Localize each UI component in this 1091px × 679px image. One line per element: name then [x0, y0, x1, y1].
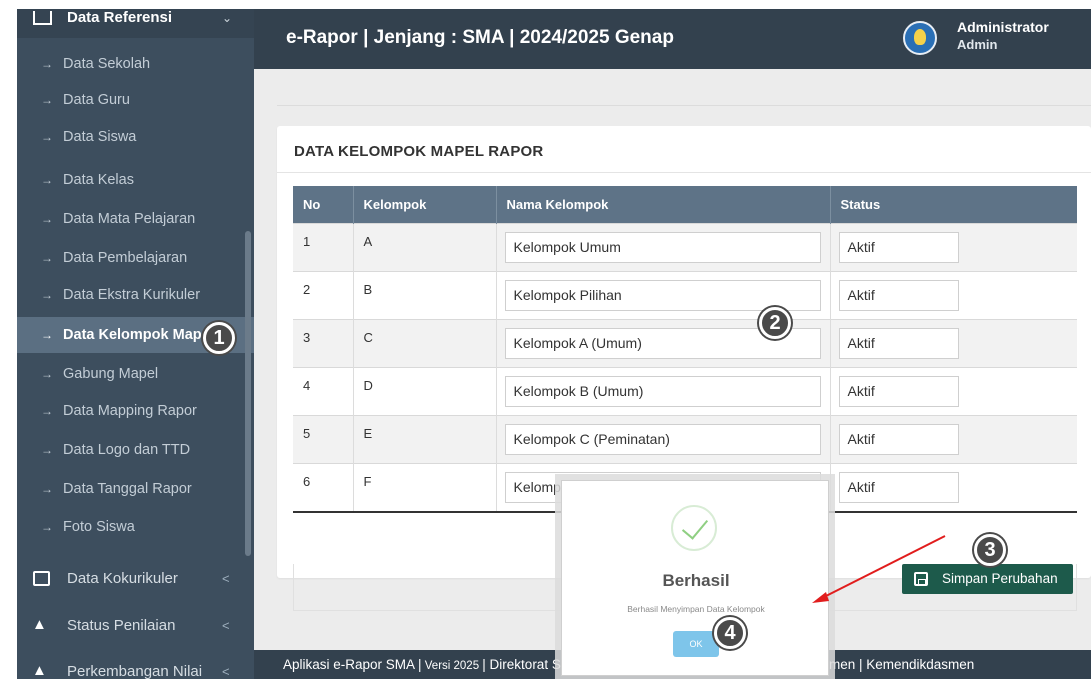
- annotation-arrow: [812, 535, 946, 603]
- arrow-line: [821, 535, 946, 599]
- arrow-head: [812, 592, 829, 603]
- app-frame: Data Referensi ⌄ → Data Sekolah → Data G…: [17, 9, 1091, 679]
